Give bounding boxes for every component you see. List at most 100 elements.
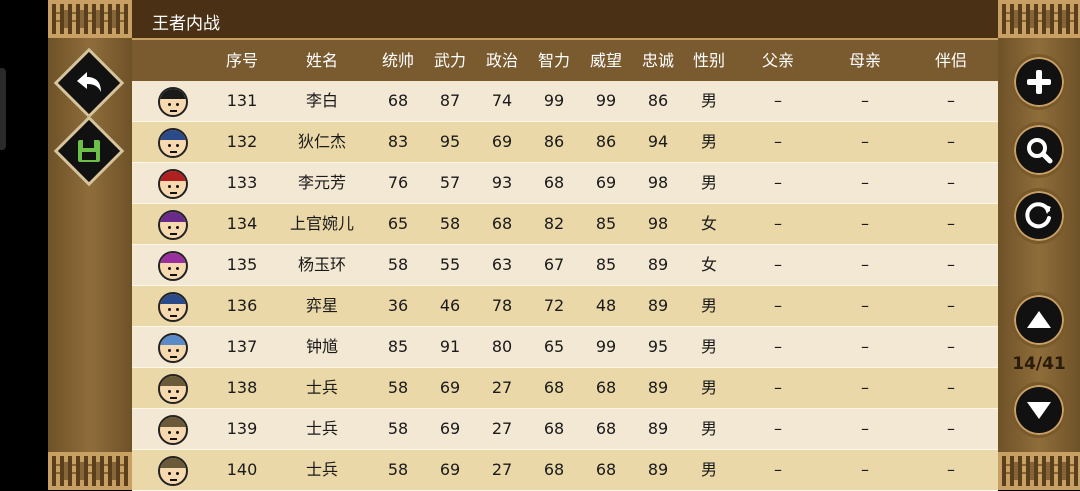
cell-name: 上官婉儿: [289, 214, 354, 233]
cell-tongshuai: 85: [387, 337, 409, 356]
table-row[interactable]: 135 杨玉环 58 55 63 67 85 89 女 – – –: [132, 245, 998, 286]
cell-name: 弈星: [305, 296, 338, 315]
cell-zhongcheng: 89: [647, 460, 669, 479]
page-up-button[interactable]: [1011, 292, 1067, 348]
cell-zhengzhi: 93: [491, 173, 513, 192]
col-header-name[interactable]: 姓名: [272, 40, 372, 81]
col-header-weiwang[interactable]: 威望: [580, 40, 632, 81]
cell-zhongcheng: 86: [647, 91, 669, 110]
cell-xingbie: 男: [700, 91, 717, 110]
cell-zhongcheng: 98: [647, 214, 669, 233]
cell-xingbie: 男: [700, 460, 717, 479]
cell-zhengzhi: 27: [491, 460, 513, 479]
table-row[interactable]: 140 士兵 58 69 27 68 68 89 男 – – –: [132, 450, 998, 491]
cell-wuli: 91: [439, 337, 461, 356]
avatar-youth-icon: [158, 292, 188, 322]
cell-num: 135: [226, 255, 258, 274]
cell-zhongcheng: 95: [647, 337, 669, 356]
cell-wuli: 95: [439, 132, 461, 151]
cell-num: 137: [226, 337, 258, 356]
cell-zhili: 67: [543, 255, 565, 274]
cell-weiwang: 85: [595, 214, 617, 233]
cell-tongshuai: 58: [387, 460, 409, 479]
table-header: 序号 姓名 统帅 武力 政治 智力 威望 忠诚 性别 父亲 母亲 伴侣: [132, 40, 998, 82]
cell-xingbie: 女: [700, 255, 717, 274]
col-header-num[interactable]: 序号: [212, 40, 272, 81]
refresh-icon: [1025, 202, 1051, 229]
cell-zhongcheng: 89: [647, 296, 669, 315]
cell-muqin: –: [861, 91, 869, 110]
col-header-wuli[interactable]: 武力: [424, 40, 476, 81]
cell-banlv: –: [947, 91, 955, 110]
cell-tongshuai: 58: [387, 419, 409, 438]
cell-name: 李元芳: [297, 173, 346, 192]
table-row[interactable]: 136 弈星 36 46 78 72 48 89 男 – – –: [132, 286, 998, 327]
avatar-official-icon: [158, 128, 188, 158]
col-header-banlv[interactable]: 伴侣: [908, 40, 994, 81]
back-button[interactable]: [53, 47, 125, 119]
col-header-fuqin[interactable]: 父亲: [734, 40, 822, 81]
col-header-xingbie[interactable]: 性别: [684, 40, 734, 81]
table-row[interactable]: 139 士兵 58 69 27 68 68 89 男 – – –: [132, 409, 998, 450]
cell-tongshuai: 36: [387, 296, 409, 315]
cell-zhengzhi: 68: [491, 214, 513, 233]
cell-zhongcheng: 89: [647, 378, 669, 397]
cell-num: 134: [226, 214, 258, 233]
cell-name: 士兵: [305, 378, 338, 397]
refresh-button[interactable]: [1011, 188, 1067, 244]
cell-tongshuai: 58: [387, 255, 409, 274]
table-row[interactable]: 133 李元芳 76 57 93 68 69 98 男 – – –: [132, 163, 998, 204]
cell-zhengzhi: 27: [491, 378, 513, 397]
cell-zhengzhi: 27: [491, 419, 513, 438]
cell-tongshuai: 68: [387, 91, 409, 110]
cell-num: 138: [226, 378, 258, 397]
add-button[interactable]: [1011, 54, 1067, 110]
cell-muqin: –: [861, 337, 869, 356]
cell-tongshuai: 58: [387, 378, 409, 397]
col-header-tongshuai[interactable]: 统帅: [372, 40, 424, 81]
cell-muqin: –: [861, 132, 869, 151]
cell-zhili: 68: [543, 419, 565, 438]
cell-xingbie: 男: [700, 378, 717, 397]
cell-banlv: –: [947, 460, 955, 479]
col-header-zhili[interactable]: 智力: [528, 40, 580, 81]
avatar-scholar-icon: [158, 87, 188, 117]
cell-name: 钟馗: [305, 337, 338, 356]
table-row[interactable]: 132 狄仁杰 83 95 69 86 86 94 男 – – –: [132, 122, 998, 163]
cell-weiwang: 86: [595, 132, 617, 151]
cell-name: 士兵: [305, 419, 338, 438]
cell-num: 140: [226, 460, 258, 479]
cell-weiwang: 68: [595, 460, 617, 479]
col-header-zhongcheng[interactable]: 忠诚: [632, 40, 684, 81]
col-header-muqin[interactable]: 母亲: [822, 40, 908, 81]
avatar-demon-icon: [158, 333, 188, 363]
col-header-zhengzhi[interactable]: 政治: [476, 40, 528, 81]
cell-zhili: 68: [543, 378, 565, 397]
cell-zhengzhi: 63: [491, 255, 513, 274]
cell-num: 139: [226, 419, 258, 438]
search-button[interactable]: [1011, 122, 1067, 178]
cell-wuli: 69: [439, 378, 461, 397]
cell-name: 杨玉环: [297, 255, 346, 274]
meander-border-bottom: [48, 452, 132, 490]
table-row[interactable]: 131 李白 68 87 74 99 99 86 男 – – –: [132, 81, 998, 122]
cell-muqin: –: [861, 460, 869, 479]
avatar-soldier-icon: [158, 456, 188, 486]
cell-zhili: 68: [543, 460, 565, 479]
page-indicator: 14/41: [1012, 354, 1066, 374]
cell-xingbie: 女: [700, 214, 717, 233]
cell-xingbie: 男: [700, 132, 717, 151]
table-row[interactable]: 134 上官婉儿 65 58 68 82 85 98 女 – – –: [132, 204, 998, 245]
cell-zhili: 99: [543, 91, 565, 110]
table-row[interactable]: 137 钟馗 85 91 80 65 99 95 男 – – –: [132, 327, 998, 368]
cell-fuqin: –: [774, 214, 782, 233]
page-down-button[interactable]: [1011, 382, 1067, 438]
cell-xingbie: 男: [700, 173, 717, 192]
cell-wuli: 69: [439, 460, 461, 479]
cell-fuqin: –: [774, 255, 782, 274]
table-row[interactable]: 138 士兵 58 69 27 68 68 89 男 – – –: [132, 368, 998, 409]
cell-zhengzhi: 78: [491, 296, 513, 315]
save-button[interactable]: [53, 115, 125, 187]
cell-banlv: –: [947, 214, 955, 233]
cell-muqin: –: [861, 214, 869, 233]
